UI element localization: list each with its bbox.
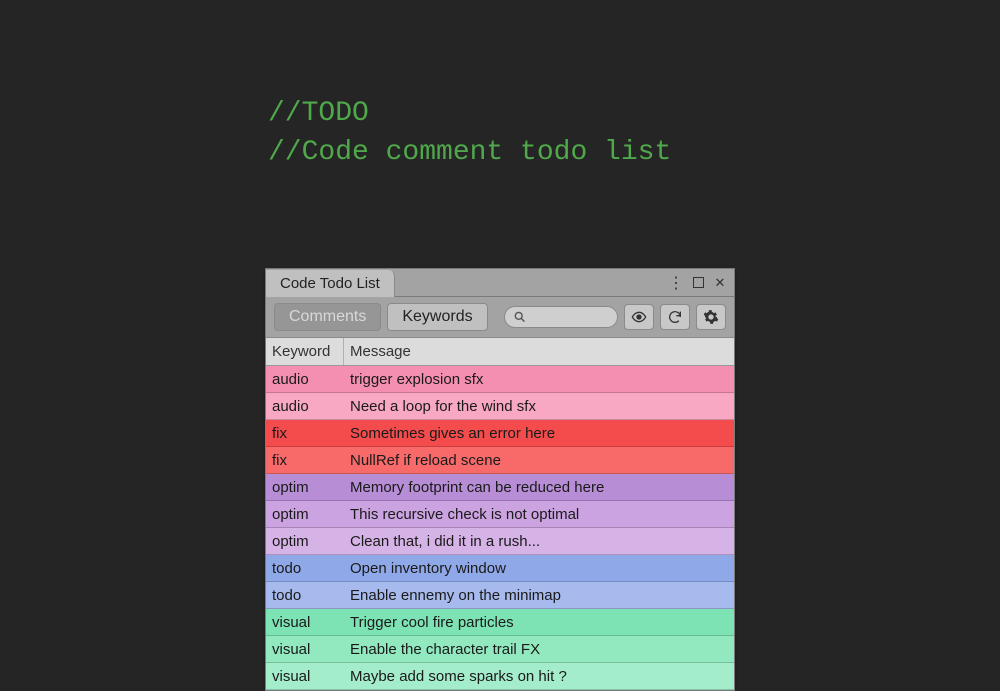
code-line-2: //Code comment todo list bbox=[268, 133, 671, 172]
header-keyword[interactable]: Keyword bbox=[266, 338, 344, 365]
table-row[interactable]: optimMemory footprint can be reduced her… bbox=[266, 474, 734, 501]
tab-keywords-label: Keywords bbox=[402, 308, 472, 325]
maximize-icon bbox=[693, 277, 704, 288]
cell-keyword: fix bbox=[266, 425, 344, 442]
cell-message: Open inventory window bbox=[344, 560, 734, 577]
cell-message: Enable the character trail FX bbox=[344, 641, 734, 658]
table-row[interactable]: todoEnable ennemy on the minimap bbox=[266, 582, 734, 609]
table-row[interactable]: fixNullRef if reload scene bbox=[266, 447, 734, 474]
cell-keyword: visual bbox=[266, 614, 344, 631]
table-row[interactable]: optimThis recursive check is not optimal bbox=[266, 501, 734, 528]
code-line-1: //TODO bbox=[268, 94, 671, 133]
cell-keyword: optim bbox=[266, 533, 344, 550]
table-header: Keyword Message bbox=[266, 338, 734, 366]
refresh-icon bbox=[667, 309, 683, 325]
cell-keyword: optim bbox=[266, 506, 344, 523]
titlebar-spacer bbox=[395, 269, 668, 296]
titlebar-controls bbox=[668, 269, 734, 296]
table-row[interactable]: audiotrigger explosion sfx bbox=[266, 366, 734, 393]
table-body: audiotrigger explosion sfxaudioNeed a lo… bbox=[266, 366, 734, 690]
tab-comments[interactable]: Comments bbox=[274, 303, 381, 331]
kebab-menu-icon[interactable] bbox=[668, 275, 684, 291]
eye-icon bbox=[631, 309, 647, 325]
close-button[interactable] bbox=[712, 275, 728, 291]
maximize-button[interactable] bbox=[690, 275, 706, 291]
table-row[interactable]: fixSometimes gives an error here bbox=[266, 420, 734, 447]
window-tab-title[interactable]: Code Todo List bbox=[266, 270, 395, 297]
cell-keyword: audio bbox=[266, 371, 344, 388]
table-row[interactable]: audioNeed a loop for the wind sfx bbox=[266, 393, 734, 420]
code-comment-header: //TODO //Code comment todo list bbox=[268, 94, 671, 172]
table-row[interactable]: visualEnable the character trail FX bbox=[266, 636, 734, 663]
refresh-button[interactable] bbox=[660, 304, 690, 330]
table-row[interactable]: optimClean that, i did it in a rush... bbox=[266, 528, 734, 555]
table-row[interactable]: visualMaybe add some sparks on hit ? bbox=[266, 663, 734, 690]
gear-icon bbox=[703, 309, 719, 325]
cell-message: NullRef if reload scene bbox=[344, 452, 734, 469]
cell-message: Maybe add some sparks on hit ? bbox=[344, 668, 734, 685]
cell-keyword: audio bbox=[266, 398, 344, 415]
search-box[interactable] bbox=[504, 306, 618, 328]
cell-keyword: visual bbox=[266, 641, 344, 658]
cell-keyword: todo bbox=[266, 560, 344, 577]
search-icon bbox=[513, 309, 527, 325]
visibility-button[interactable] bbox=[624, 304, 654, 330]
cell-message: Sometimes gives an error here bbox=[344, 425, 734, 442]
tab-keywords[interactable]: Keywords bbox=[387, 303, 487, 331]
header-message[interactable]: Message bbox=[344, 338, 734, 365]
titlebar: Code Todo List bbox=[266, 269, 734, 297]
toolbar: Comments Keywords bbox=[266, 297, 734, 338]
tab-comments-label: Comments bbox=[289, 308, 366, 325]
cell-message: Enable ennemy on the minimap bbox=[344, 587, 734, 604]
table-row[interactable]: visualTrigger cool fire particles bbox=[266, 609, 734, 636]
cell-message: Trigger cool fire particles bbox=[344, 614, 734, 631]
cell-message: trigger explosion sfx bbox=[344, 371, 734, 388]
search-input[interactable] bbox=[526, 310, 609, 325]
cell-keyword: optim bbox=[266, 479, 344, 496]
cell-message: Clean that, i did it in a rush... bbox=[344, 533, 734, 550]
settings-button[interactable] bbox=[696, 304, 726, 330]
todo-list-window: Code Todo List Comments Keywords bbox=[265, 268, 735, 691]
cell-message: Need a loop for the wind sfx bbox=[344, 398, 734, 415]
cell-keyword: visual bbox=[266, 668, 344, 685]
cell-keyword: todo bbox=[266, 587, 344, 604]
cell-message: Memory footprint can be reduced here bbox=[344, 479, 734, 496]
cell-keyword: fix bbox=[266, 452, 344, 469]
cell-message: This recursive check is not optimal bbox=[344, 506, 734, 523]
window-title-text: Code Todo List bbox=[280, 275, 380, 292]
table-row[interactable]: todoOpen inventory window bbox=[266, 555, 734, 582]
